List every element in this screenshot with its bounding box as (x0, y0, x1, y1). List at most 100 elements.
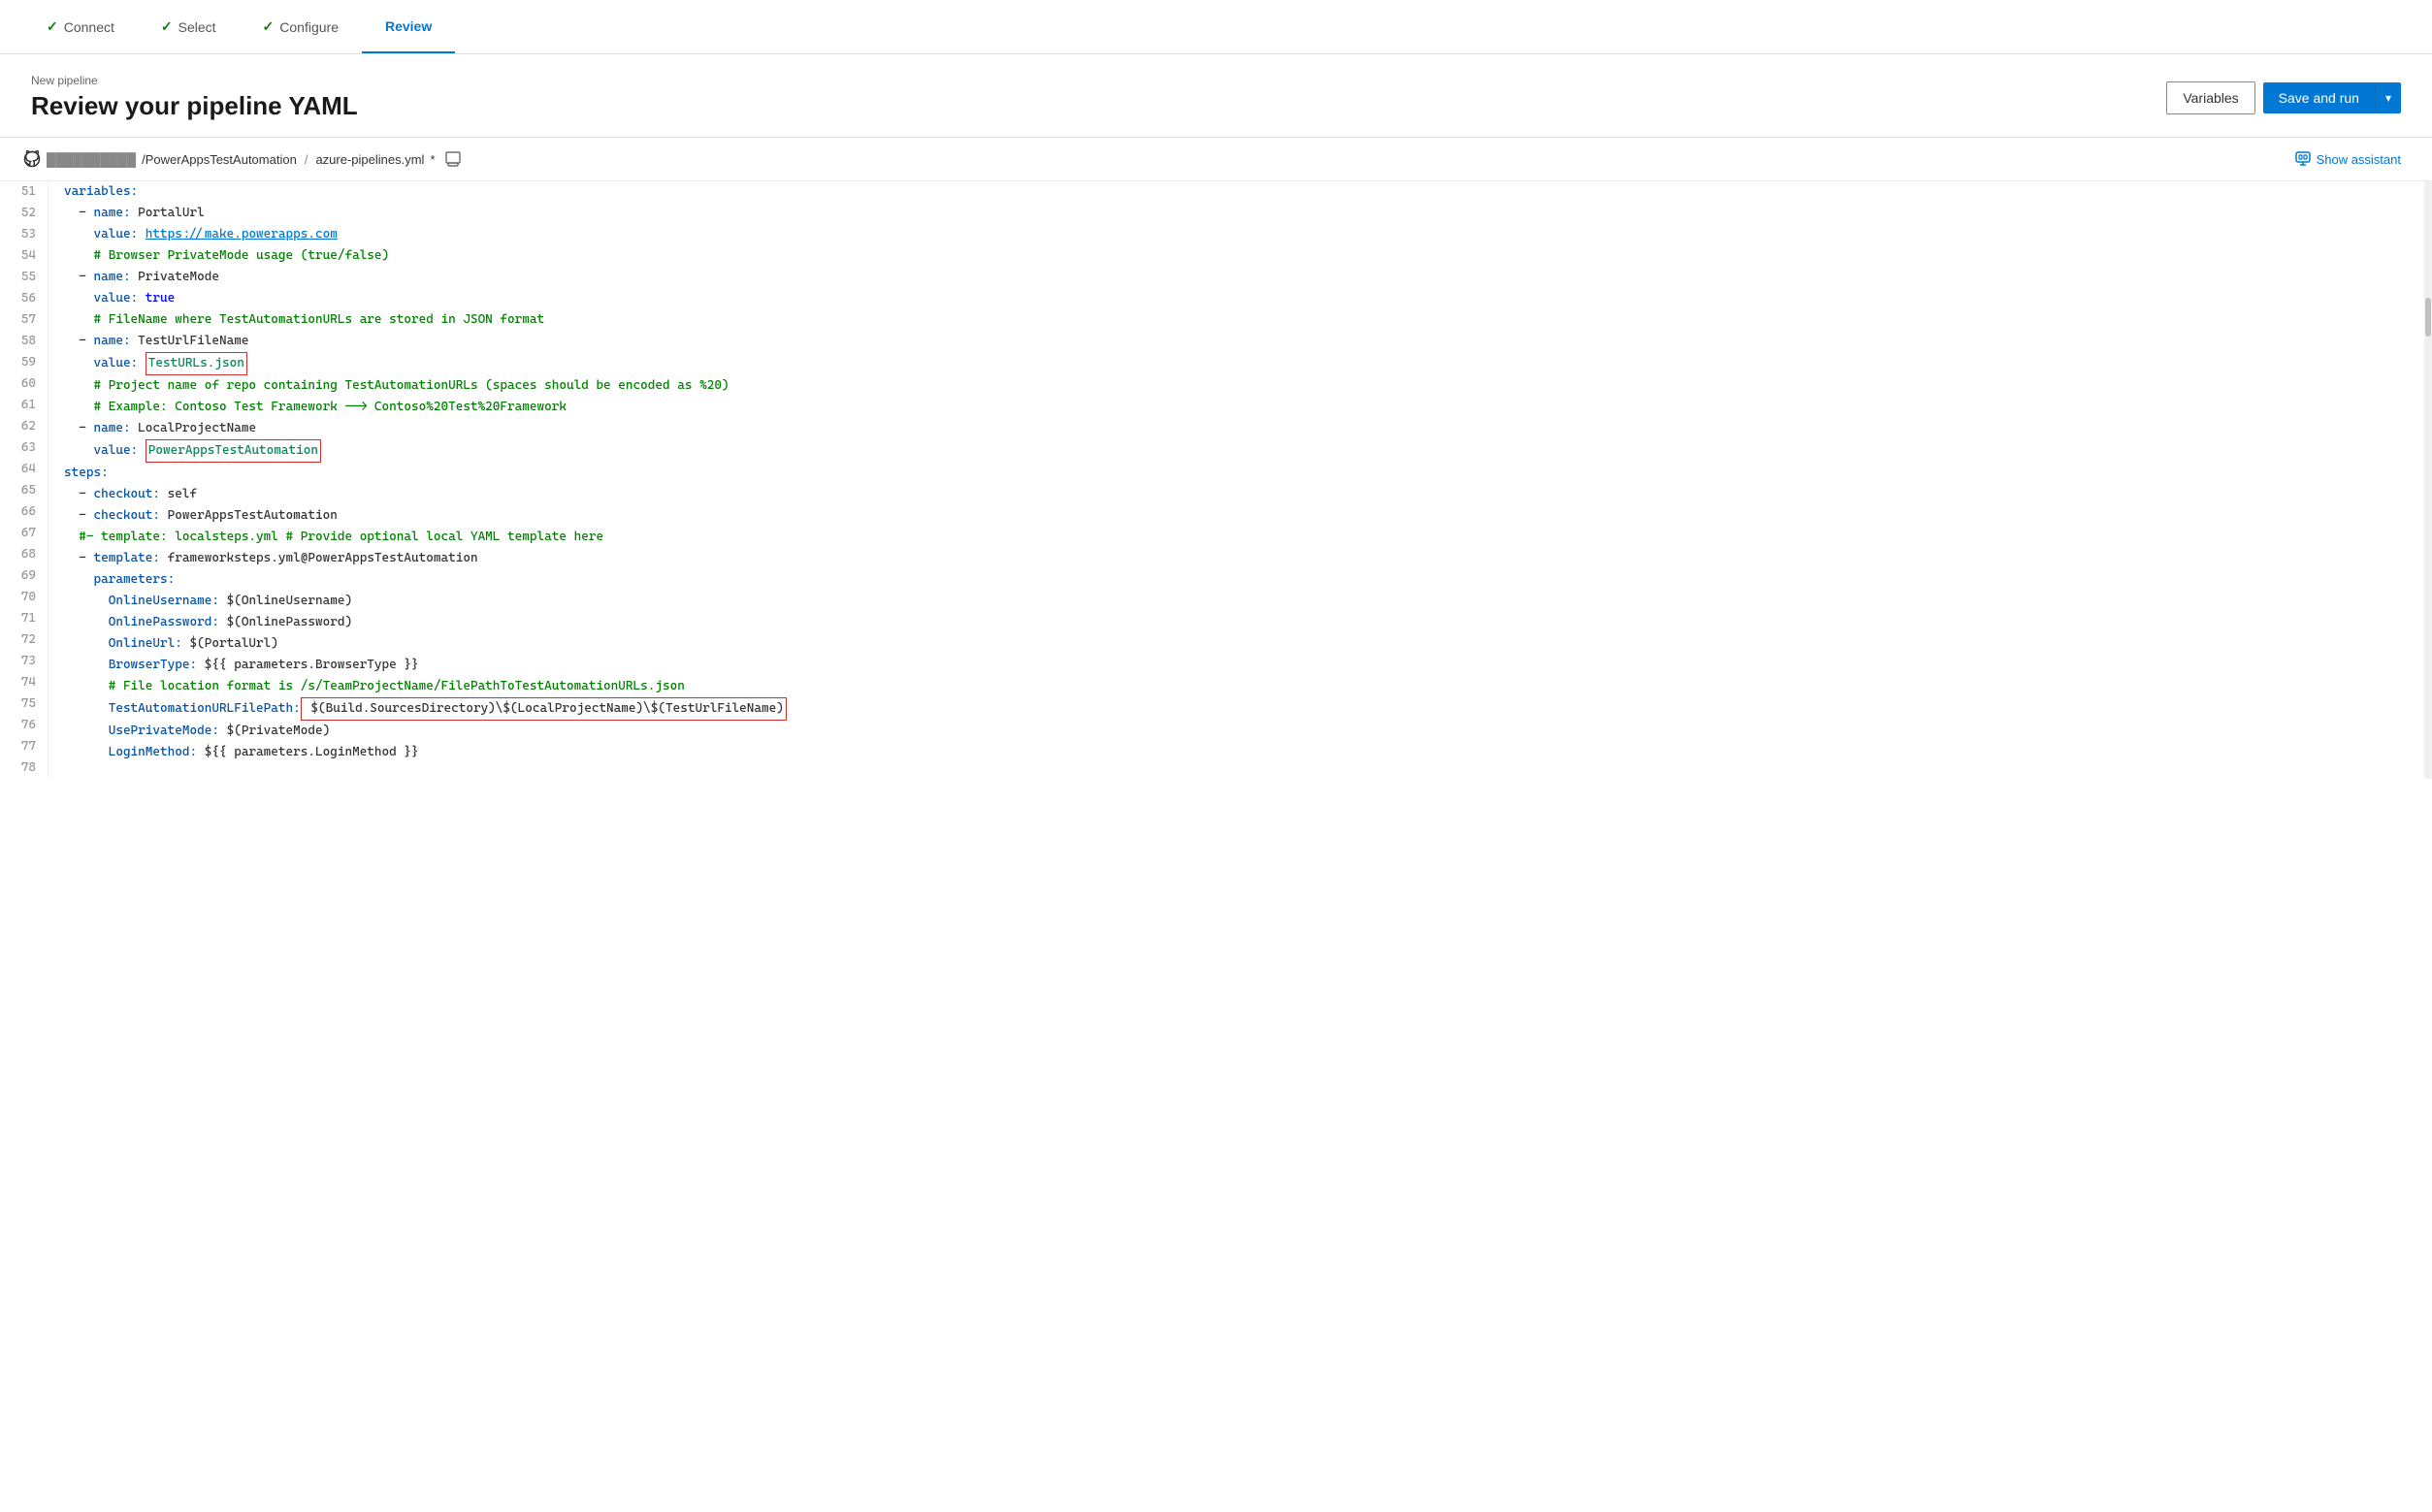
save-run-dropdown-button[interactable]: ▾ (2375, 82, 2401, 113)
save-run-main-button[interactable]: Save and run (2263, 82, 2375, 113)
token-plain: PowerAppsTestAutomation (160, 505, 338, 527)
wizard-step-connect-label: Connect (64, 19, 114, 35)
file-name: azure-pipelines.yml (315, 152, 424, 167)
token-dash: - (64, 505, 93, 527)
token-plain (138, 288, 146, 309)
code-line: steps: (64, 463, 2424, 484)
wizard-step-connect[interactable]: ✓ Connect (23, 0, 138, 53)
code-line: parameters: (64, 569, 2424, 591)
token-vb: true (146, 288, 175, 309)
line-number: 65 (12, 480, 36, 501)
token-k: UsePrivateMode: (109, 721, 219, 742)
wizard-steps: ✓ Connect ✓ Select ✓ Configure Review (0, 0, 2432, 54)
token-dash: - (64, 548, 93, 569)
code-line: # Browser PrivateMode usage (true/false) (64, 245, 2424, 267)
code-line: variables: (64, 181, 2424, 203)
code-line: - checkout: PowerAppsTestAutomation (64, 505, 2424, 527)
line-number: 69 (12, 565, 36, 587)
code-line: value: TestURLs.json (64, 352, 2424, 375)
assistant-icon (2295, 151, 2311, 167)
token-plain: self (160, 484, 197, 505)
token-plain (138, 440, 146, 462)
token-k: value: (93, 440, 138, 462)
file-bar-left: ██████████ /PowerAppsTestAutomation / az… (23, 150, 461, 168)
line-number: 77 (12, 736, 36, 757)
check-icon-configure: ✓ (263, 18, 275, 35)
repo-name: ██████████ (47, 152, 136, 167)
token-plain (64, 742, 109, 763)
token-k: OnlineUrl: (109, 633, 182, 655)
token-plain (64, 224, 93, 245)
line-number: 61 (12, 395, 36, 416)
code-editor[interactable]: 5152535455565758596061626364656667686970… (0, 181, 2432, 779)
check-icon-select: ✓ (161, 18, 173, 35)
token-k: parameters: (93, 569, 175, 591)
token-c: # Project name of repo containing TestAu… (93, 375, 729, 397)
token-plain (64, 655, 109, 676)
code-line: # Project name of repo containing TestAu… (64, 375, 2424, 397)
page-header: New pipeline Review your pipeline YAML V… (0, 54, 2432, 138)
highlighted-value: $(Build.SourcesDirectory)\$(LocalProject… (301, 697, 787, 721)
variables-button[interactable]: Variables (2166, 81, 2254, 114)
token-plain (64, 375, 93, 397)
wizard-step-review[interactable]: Review (362, 0, 455, 53)
highlighted-value: PowerAppsTestAutomation (146, 439, 321, 463)
token-k: name: (93, 418, 130, 439)
code-line: #- template: localsteps.yml # Provide op… (64, 527, 2424, 548)
token-dash: - (64, 331, 93, 352)
line-number: 70 (12, 587, 36, 608)
code-line: UsePrivateMode: $(PrivateMode) (64, 721, 2424, 742)
show-assistant-button[interactable]: Show assistant (2287, 147, 2409, 171)
chevron-down-icon: ▾ (2385, 91, 2391, 105)
code-content: variables: - name: PortalUrl value: http… (49, 181, 2424, 779)
token-plain: $(PortalUrl) (182, 633, 278, 655)
token-k: value: (93, 224, 138, 245)
breadcrumb: New pipeline (31, 74, 358, 87)
code-line: - template: frameworksteps.yml@PowerApps… (64, 548, 2424, 569)
token-c: # FileName where TestAutomationURLs are … (93, 309, 544, 331)
line-number: 76 (12, 715, 36, 736)
token-plain: PortalUrl (131, 203, 205, 224)
token-k: name: (93, 331, 130, 352)
token-c: # Browser PrivateMode usage (true/false) (93, 245, 389, 267)
token-plain (64, 721, 109, 742)
token-plain (64, 612, 109, 633)
token-plain (64, 527, 79, 548)
file-modified-indicator: * (430, 152, 435, 167)
line-number: 64 (12, 459, 36, 480)
scrollbar-thumb[interactable] (2425, 298, 2431, 337)
wizard-step-review-label: Review (385, 18, 432, 34)
line-number: 73 (12, 651, 36, 672)
page-header-left: New pipeline Review your pipeline YAML (31, 74, 358, 121)
token-k: value: (93, 288, 138, 309)
line-number: 55 (12, 267, 36, 288)
line-number: 62 (12, 416, 36, 437)
line-number: 60 (12, 373, 36, 395)
show-assistant-label: Show assistant (2317, 152, 2401, 167)
token-plain (138, 224, 146, 245)
line-number: 78 (12, 757, 36, 779)
token-plain: ${{ parameters.LoginMethod }} (197, 742, 419, 763)
token-k: template: (93, 548, 160, 569)
wizard-step-configure[interactable]: ✓ Configure (240, 0, 362, 53)
repo-path: /PowerAppsTestAutomation (142, 152, 297, 167)
token-k: OnlineUsername: (109, 591, 219, 612)
path-separator: / (305, 152, 308, 167)
highlighted-value: TestURLs.json (146, 352, 247, 375)
line-number: 66 (12, 501, 36, 523)
code-line: - name: PrivateMode (64, 267, 2424, 288)
code-line: value: true (64, 288, 2424, 309)
code-line: LoginMethod: ${{ parameters.LoginMethod … (64, 742, 2424, 763)
token-c: # File location format is /s/TeamProject… (109, 676, 685, 697)
line-number: 71 (12, 608, 36, 629)
token-plain (64, 591, 109, 612)
line-number: 57 (12, 309, 36, 331)
token-plain (64, 698, 109, 720)
check-icon: ✓ (47, 18, 58, 35)
token-plain (64, 353, 93, 374)
token-plain: $(OnlinePassword) (219, 612, 352, 633)
scrollbar[interactable] (2424, 181, 2432, 779)
edit-icon[interactable] (445, 151, 461, 167)
line-number: 75 (12, 693, 36, 715)
wizard-step-select[interactable]: ✓ Select (138, 0, 240, 53)
